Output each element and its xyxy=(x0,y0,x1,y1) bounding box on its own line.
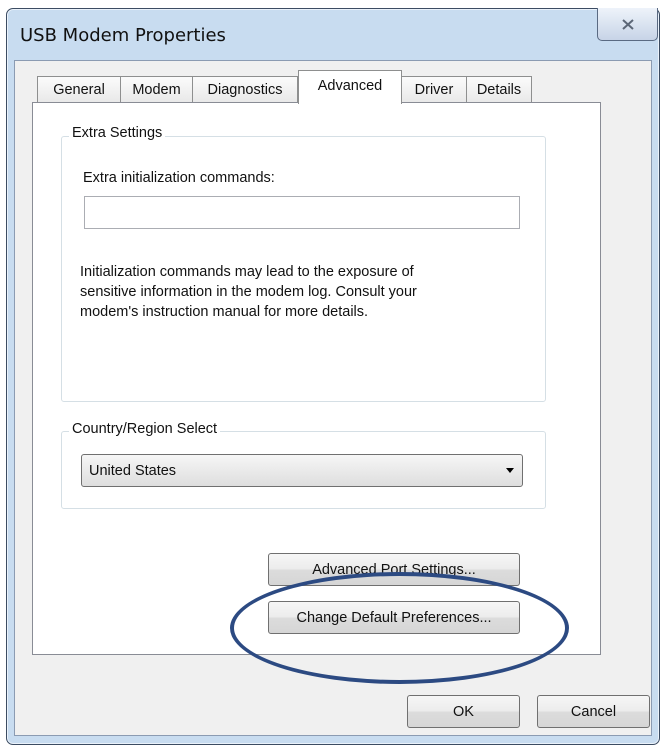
note-line: Initialization commands may lead to the … xyxy=(80,264,414,280)
advanced-port-settings-button[interactable]: Advanced Port Settings... xyxy=(268,553,520,586)
cancel-button[interactable]: Cancel xyxy=(537,695,650,728)
tab-label: Diagnostics xyxy=(207,82,283,98)
tab-details[interactable]: Details xyxy=(466,76,532,103)
window-title: USB Modem Properties xyxy=(20,25,226,46)
tab-label: Driver xyxy=(414,82,454,98)
country-region-value: United States xyxy=(89,462,177,479)
country-region-legend: Country/Region Select xyxy=(69,421,221,437)
extra-settings-legend: Extra Settings xyxy=(69,125,166,141)
tab-label: Advanced xyxy=(317,78,383,94)
button-label: Change Default Preferences... xyxy=(296,609,492,626)
country-region-select[interactable]: United States xyxy=(81,454,523,487)
note-line: sensitive information in the modem log. … xyxy=(80,284,417,300)
close-icon xyxy=(621,18,634,30)
button-label: Advanced Port Settings... xyxy=(312,561,476,578)
tab-label: Modem xyxy=(132,82,181,98)
close-button[interactable] xyxy=(597,8,658,41)
extra-init-commands-input[interactable] xyxy=(84,196,520,229)
tab-label: Details xyxy=(476,82,522,98)
chevron-down-icon xyxy=(506,468,514,473)
ok-button[interactable]: OK xyxy=(407,695,520,728)
tab-driver[interactable]: Driver xyxy=(401,76,467,103)
note-line: modem's instruction manual for more deta… xyxy=(80,304,369,320)
tab-general[interactable]: General xyxy=(37,76,121,103)
button-label: OK xyxy=(453,703,474,720)
extra-init-commands-label: Extra initialization commands: xyxy=(83,170,275,186)
init-commands-note: Initialization commands may lead to the … xyxy=(80,262,520,322)
change-default-preferences-button[interactable]: Change Default Preferences... xyxy=(268,601,520,634)
tab-diagnostics[interactable]: Diagnostics xyxy=(192,76,298,103)
tab-modem[interactable]: Modem xyxy=(120,76,193,103)
button-label: Cancel xyxy=(570,703,617,720)
tab-advanced[interactable]: Advanced xyxy=(298,70,402,104)
tab-label: General xyxy=(53,82,105,98)
